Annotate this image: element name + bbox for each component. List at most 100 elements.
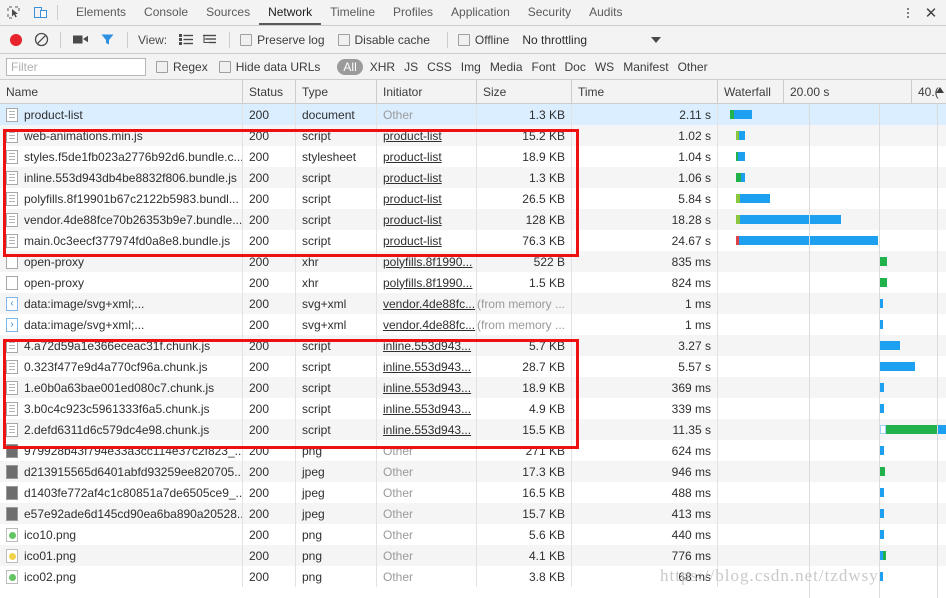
- filter-type-other[interactable]: Other: [678, 60, 708, 74]
- close-icon[interactable]: ✕: [920, 4, 946, 22]
- regex-checkbox[interactable]: Regex: [156, 60, 208, 74]
- tab-sources[interactable]: Sources: [197, 0, 259, 25]
- table-row[interactable]: e57e92ade6d145cd90ea6ba890a20528... 200 jp…: [0, 503, 946, 524]
- throttling-select[interactable]: No throttling: [522, 33, 587, 47]
- filter-type-font[interactable]: Font: [532, 60, 556, 74]
- table-row[interactable]: 2.defd6311d6c579dc4e98.chunk.js 200 script…: [0, 419, 946, 440]
- kebab-menu-icon[interactable]: [896, 7, 920, 18]
- initiator-link[interactable]: inline.553d943...: [383, 360, 471, 374]
- table-row[interactable]: polyfills.8f19901b67c2122b5983.bundl... 2…: [0, 188, 946, 209]
- tab-timeline[interactable]: Timeline: [321, 0, 384, 25]
- table-row[interactable]: inline.553d943db4be8832f806.bundle.js 200…: [0, 167, 946, 188]
- disable-cache-checkbox[interactable]: Disable cache: [337, 33, 430, 47]
- column-header-type[interactable]: Type: [296, 79, 377, 104]
- initiator-link[interactable]: product-list: [383, 213, 442, 227]
- column-header-name[interactable]: Name: [0, 79, 243, 104]
- filter-type-xhr[interactable]: XHR: [370, 60, 395, 74]
- table-row[interactable]: open-proxy 200 xhr polyfills.8f1990... 522 B…: [0, 251, 946, 272]
- waterfall-segment: [740, 215, 841, 224]
- image-thumbnail-icon: [6, 569, 18, 584]
- cell-size: 1.3 KB: [477, 167, 572, 188]
- offline-checkbox[interactable]: Offline: [457, 33, 509, 47]
- record-button-icon[interactable]: [10, 33, 22, 46]
- table-row[interactable]: main.0c3eecf377974fd0a8e8.bundle.js 200 sc…: [0, 230, 946, 251]
- initiator-link[interactable]: product-list: [383, 129, 442, 143]
- initiator-link[interactable]: inline.553d943...: [383, 402, 471, 416]
- table-row[interactable]: 979928b43f794e33a3cc114e37c2f823_... 200 p…: [0, 440, 946, 461]
- table-row[interactable]: ‹ data:image/svg+xml;... 200 svg+xml vendor.…: [0, 293, 946, 314]
- list-view-icon[interactable]: [175, 34, 197, 45]
- initiator-link[interactable]: product-list: [383, 150, 442, 164]
- request-name: ico01.png: [24, 548, 77, 563]
- search-input[interactable]: [6, 57, 146, 76]
- cell-waterfall: [718, 377, 946, 398]
- tab-network[interactable]: Network: [259, 0, 322, 25]
- table-row[interactable]: ico02.png 200 png Other 3.8 KB 68 ms: [0, 566, 946, 587]
- filter-type-all[interactable]: All: [337, 58, 363, 75]
- initiator-link[interactable]: inline.553d943...: [383, 381, 471, 395]
- device-toolbar-icon[interactable]: [27, 0, 54, 25]
- initiator-link[interactable]: inline.553d943...: [383, 339, 471, 353]
- column-header-time[interactable]: Time: [572, 79, 718, 104]
- cell-initiator: inline.553d943...: [377, 377, 477, 398]
- tab-audits[interactable]: Audits: [580, 0, 631, 25]
- table-row[interactable]: vendor.4de88fce70b26353b9e7.bundle... 200…: [0, 209, 946, 230]
- column-header-initiator[interactable]: Initiator: [377, 79, 477, 104]
- tab-security[interactable]: Security: [519, 0, 580, 25]
- filter-type-ws[interactable]: WS: [595, 60, 614, 74]
- sort-ascending-icon[interactable]: [936, 86, 944, 93]
- column-header-waterfall[interactable]: Waterfall 20.00 s 40.(: [718, 79, 946, 104]
- cell-type: png: [296, 545, 377, 566]
- table-row[interactable]: 1.e0b0a63bae001ed080c7.chunk.js 200 script…: [0, 377, 946, 398]
- table-row[interactable]: 4.a72d59a1e366eceac31f.chunk.js 200 script…: [0, 335, 946, 356]
- camera-icon[interactable]: [69, 34, 93, 45]
- initiator-link[interactable]: product-list: [383, 234, 442, 248]
- table-row[interactable]: open-proxy 200 xhr polyfills.8f1990... 1.5 K…: [0, 272, 946, 293]
- filter-type-doc[interactable]: Doc: [565, 60, 586, 74]
- tab-application[interactable]: Application: [442, 0, 519, 25]
- table-row[interactable]: › data:image/svg+xml;... 200 svg+xml vendor.…: [0, 314, 946, 335]
- tab-elements[interactable]: Elements: [67, 0, 135, 25]
- initiator-link[interactable]: product-list: [383, 171, 442, 185]
- table-row[interactable]: d213915565d6401abfd93259ee820705... 200 jp…: [0, 461, 946, 482]
- filter-type-img[interactable]: Img: [461, 60, 481, 74]
- image-thumbnail-icon: [6, 548, 18, 563]
- cell-status: 200: [243, 419, 296, 440]
- initiator-link[interactable]: vendor.4de88fc...: [383, 297, 475, 311]
- tab-profiles[interactable]: Profiles: [384, 0, 442, 25]
- filter-type-js[interactable]: JS: [404, 60, 418, 74]
- initiator-link[interactable]: inline.553d943...: [383, 423, 471, 437]
- filter-funnel-icon[interactable]: [95, 33, 119, 46]
- initiator-text: Other: [383, 548, 414, 563]
- cell-waterfall: [718, 167, 946, 188]
- table-row[interactable]: 0.323f477e9d4a770cf96a.chunk.js 200 script…: [0, 356, 946, 377]
- cell-name: open-proxy: [0, 272, 243, 293]
- cell-size: 4.9 KB: [477, 398, 572, 419]
- preserve-log-checkbox[interactable]: Preserve log: [240, 33, 325, 47]
- cell-type: png: [296, 566, 377, 587]
- initiator-link[interactable]: polyfills.8f1990...: [383, 255, 472, 269]
- waterfall-segment: [880, 530, 884, 539]
- request-name: d213915565d6401abfd93259ee820705...: [24, 464, 243, 479]
- filter-type-media[interactable]: Media: [490, 60, 523, 74]
- column-header-status[interactable]: Status: [243, 79, 296, 104]
- table-row[interactable]: web-animations.min.js 200 script product-li…: [0, 125, 946, 146]
- tab-console[interactable]: Console: [135, 0, 197, 25]
- table-row[interactable]: d1403fe772af4c1c80851a7de6505ce9_... 200 j…: [0, 482, 946, 503]
- hide-data-urls-checkbox[interactable]: Hide data URLs: [218, 60, 320, 74]
- clear-icon[interactable]: [30, 32, 52, 47]
- table-row[interactable]: ico10.png 200 png Other 5.6 KB 440 ms: [0, 524, 946, 545]
- inspect-cursor-icon[interactable]: [0, 0, 27, 25]
- table-row[interactable]: product-list 200 document Other 1.3 KB 2.11 s: [0, 104, 946, 125]
- filter-type-manifest[interactable]: Manifest: [623, 60, 668, 74]
- table-row[interactable]: ico01.png 200 png Other 4.1 KB 776 ms: [0, 545, 946, 566]
- group-by-frame-icon[interactable]: [199, 34, 221, 45]
- initiator-link[interactable]: product-list: [383, 192, 442, 206]
- table-row[interactable]: styles.f5de1fb023a2776b92d6.bundle.c... 2…: [0, 146, 946, 167]
- column-header-size[interactable]: Size: [477, 79, 572, 104]
- initiator-link[interactable]: polyfills.8f1990...: [383, 276, 472, 290]
- filter-type-css[interactable]: CSS: [427, 60, 452, 74]
- table-row[interactable]: 3.b0c4c923c5961333f6a5.chunk.js 200 script…: [0, 398, 946, 419]
- chevron-down-icon[interactable]: [651, 36, 662, 43]
- initiator-link[interactable]: vendor.4de88fc...: [383, 318, 475, 332]
